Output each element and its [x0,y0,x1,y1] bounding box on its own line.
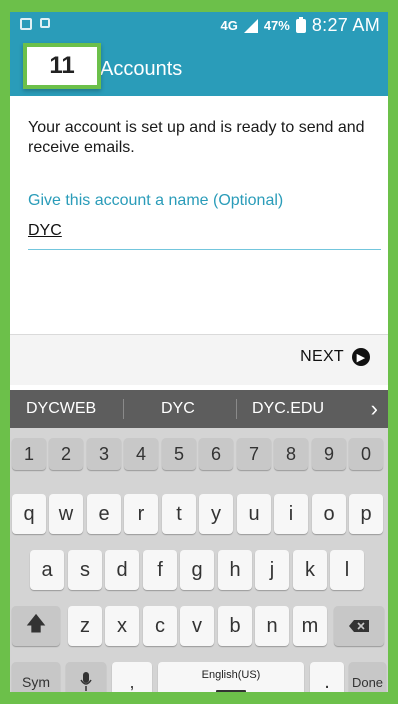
page-title: Accounts [100,58,183,80]
backspace-key[interactable] [334,606,384,646]
key-w[interactable]: w [49,494,83,534]
keyboard-suggestion-bar: DYCWEB DYC DYC.EDU › [10,390,388,428]
setup-complete-message: Your account is set up and is ready to s… [28,119,365,156]
voice-input-key[interactable] [66,662,106,692]
step-number: 11 [49,52,75,79]
space-key-label: English(US) [201,669,261,681]
key-5[interactable]: 5 [162,438,196,470]
next-button-label: NEXT [300,348,344,365]
key-2[interactable]: 2 [49,438,83,470]
suggestion-divider [123,399,124,419]
microphone-icon [80,672,92,691]
key-8[interactable]: 8 [274,438,308,470]
key-p[interactable]: p [349,494,383,534]
space-key[interactable]: English(US) [158,662,304,692]
key-r[interactable]: r [124,494,158,534]
key-v[interactable]: v [180,606,214,646]
key-c[interactable]: c [143,606,177,646]
symbols-key[interactable]: Sym [12,662,60,692]
step-number-badge: 11 [23,43,101,89]
account-name-label: Give this account a name (Optional) [28,192,284,209]
account-name-field[interactable]: DYC [28,218,381,250]
key-m[interactable]: m [293,606,327,646]
key-b[interactable]: b [218,606,252,646]
key-j[interactable]: j [255,550,289,590]
key-n[interactable]: n [255,606,289,646]
key-7[interactable]: 7 [237,438,271,470]
key-o[interactable]: o [312,494,346,534]
space-bar-icon [216,690,246,692]
clock: 8:27 AM [311,15,380,35]
keyboard-notification-icon [20,18,32,30]
phone-screen: 4G 47% 8:27 AM Accounts Your account is … [10,12,388,692]
key-a[interactable]: a [30,550,64,590]
key-x[interactable]: x [105,606,139,646]
account-setup-content: Your account is set up and is ready to s… [10,96,388,334]
key-t[interactable]: t [162,494,196,534]
network-type: 4G [220,18,238,33]
key-0[interactable]: 0 [349,438,383,470]
comma-key[interactable]: , [112,662,152,692]
chevron-right-icon[interactable]: › [371,396,378,422]
key-l[interactable]: l [330,550,364,590]
suggestion-divider [236,399,237,419]
key-u[interactable]: u [237,494,271,534]
battery-icon [295,16,306,33]
arrow-up-icon: 🡅 [25,613,47,635]
status-bar-left-icons [20,18,50,30]
key-i[interactable]: i [274,494,308,534]
suggestion-2[interactable]: DYC [161,400,195,418]
key-1[interactable]: 1 [12,438,46,470]
next-button[interactable]: NEXT ▶ [300,348,370,366]
suggestion-1[interactable]: DYCWEB [26,400,96,418]
key-h[interactable]: h [218,550,252,590]
key-f[interactable]: f [143,550,177,590]
screenshot-notification-icon [40,18,50,28]
battery-percent: 47% [263,18,290,33]
bottom-action-bar: NEXT ▶ [10,334,388,385]
done-key[interactable]: Done [349,662,386,692]
key-k[interactable]: k [293,550,327,590]
status-bar: 4G 47% 8:27 AM [10,12,388,40]
key-9[interactable]: 9 [312,438,346,470]
key-e[interactable]: e [87,494,121,534]
chevron-right-icon: ▶ [352,348,370,366]
shift-key[interactable]: 🡅 [12,606,60,646]
key-d[interactable]: d [105,550,139,590]
key-y[interactable]: y [199,494,233,534]
suggestion-3[interactable]: DYC.EDU [252,400,324,418]
key-q[interactable]: q [12,494,46,534]
backspace-icon [349,620,369,632]
status-bar-right: 4G 47% 8:27 AM [220,15,380,36]
key-4[interactable]: 4 [124,438,158,470]
key-z[interactable]: z [68,606,102,646]
key-3[interactable]: 3 [87,438,121,470]
green-frame: 4G 47% 8:27 AM Accounts Your account is … [0,0,398,704]
account-name-value: DYC [28,222,62,239]
signal-icon [243,18,258,33]
key-s[interactable]: s [68,550,102,590]
key-6[interactable]: 6 [199,438,233,470]
on-screen-keyboard: 1 2 3 4 5 6 7 8 9 0 q w e r t y u i o p … [10,428,388,692]
period-key[interactable]: . [310,662,344,692]
key-g[interactable]: g [180,550,214,590]
